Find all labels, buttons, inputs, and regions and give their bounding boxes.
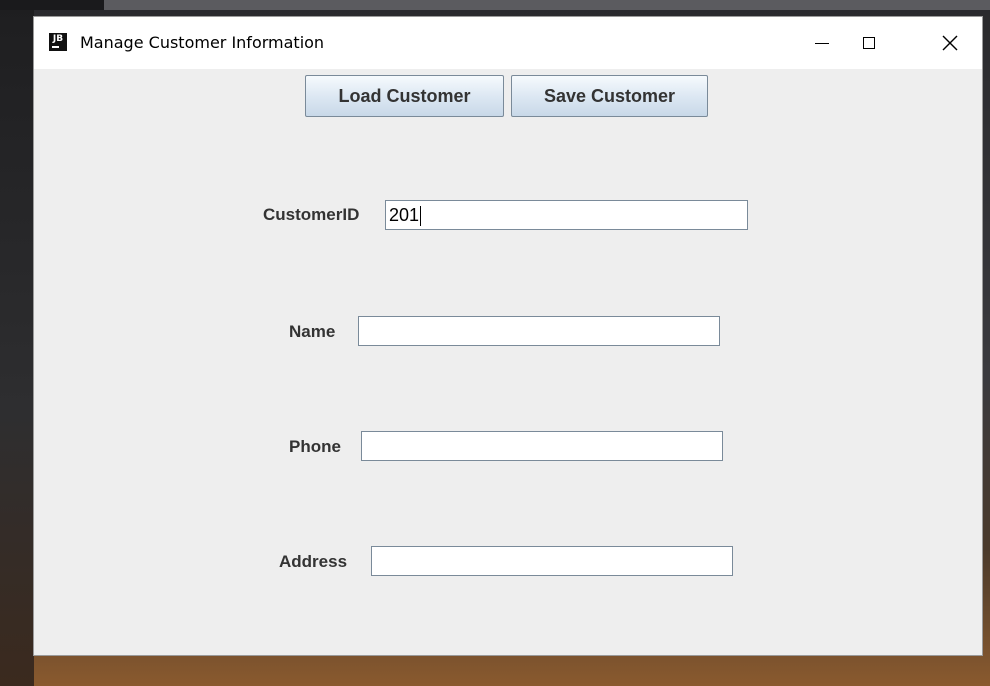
- minimize-button[interactable]: [799, 17, 845, 69]
- maximize-icon: [863, 37, 875, 49]
- text-caret: [420, 206, 422, 227]
- customer-id-label: CustomerID: [263, 205, 360, 224]
- phone-label: Phone: [289, 437, 341, 456]
- title-bar[interactable]: JB Manage Customer Information: [34, 17, 982, 69]
- maximize-button[interactable]: [846, 17, 892, 69]
- desktop-background-top: [34, 0, 990, 10]
- close-button[interactable]: [918, 17, 982, 69]
- minimize-icon: [815, 42, 829, 44]
- close-icon: [942, 35, 958, 51]
- desktop-background-corner: [0, 0, 104, 10]
- app-icon: JB: [49, 33, 67, 51]
- customer-id-value: 201: [389, 205, 420, 225]
- address-label: Address: [279, 552, 348, 571]
- window-title: Manage Customer Information: [80, 33, 325, 52]
- address-field[interactable]: [371, 546, 733, 576]
- app-icon-text: JB: [52, 34, 64, 44]
- desktop-background: [0, 0, 34, 686]
- customer-window: JB Manage Customer Information Load Cust…: [34, 17, 982, 655]
- load-customer-button[interactable]: Load Customer: [305, 75, 504, 117]
- phone-field[interactable]: [361, 431, 723, 461]
- customer-id-field[interactable]: 201: [385, 200, 748, 230]
- name-field[interactable]: [358, 316, 720, 346]
- save-customer-button[interactable]: Save Customer: [511, 75, 708, 117]
- name-label: Name: [289, 322, 336, 341]
